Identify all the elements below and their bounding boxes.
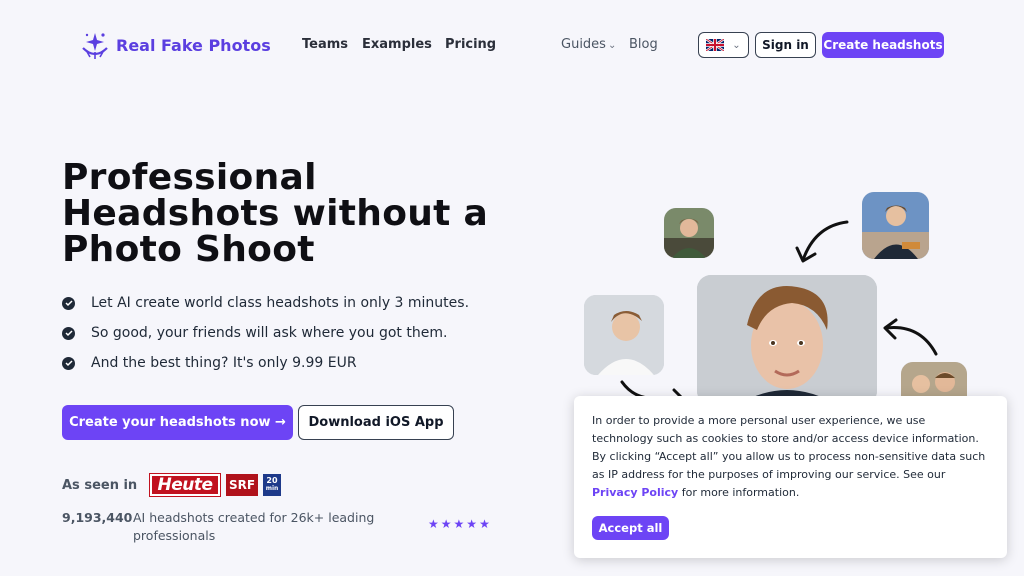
headshot-photo	[584, 295, 664, 375]
cookie-text-consent: By clicking “Accept all” you allow us to…	[592, 448, 989, 502]
feature-text: So good, your friends will ask where you…	[91, 325, 448, 341]
20-minuten-number: 20	[266, 476, 278, 485]
logo-text: Real Fake Photos	[116, 35, 271, 55]
star-icon: ★	[466, 517, 478, 531]
feature-list: Let AI create world class headshots in o…	[62, 288, 469, 378]
cookie-text-consent-body: By clicking “Accept all” you allow us to…	[592, 450, 986, 481]
logo[interactable]: Real Fake Photos	[80, 30, 271, 60]
star-icon: ★	[440, 517, 452, 531]
feature-item: Let AI create world class headshots in o…	[62, 288, 469, 318]
language-selector[interactable]: ⌄	[698, 32, 749, 58]
uk-flag-icon	[706, 39, 725, 51]
sign-in-button[interactable]: Sign in	[755, 32, 816, 58]
nav-link-guides[interactable]: Guides ⌄	[561, 37, 616, 52]
check-circle-icon	[62, 326, 75, 340]
logo-icon	[82, 33, 108, 59]
privacy-policy-link[interactable]: Privacy Policy	[592, 486, 678, 499]
rating-stars: ★ ★ ★ ★ ★	[428, 518, 490, 530]
chevron-down-icon: ⌄	[607, 40, 617, 51]
main-headshot-photo	[697, 275, 877, 405]
star-icon: ★	[428, 517, 439, 531]
headshot-stats: 9,193,440 AI headshots created for 26k+ …	[62, 509, 412, 545]
create-headshots-now-button[interactable]: Create your headshots now →	[62, 405, 293, 440]
hero-title: Professional Headshots without a Photo S…	[62, 157, 489, 270]
curved-arrow-icon	[883, 318, 938, 356]
cookie-text: In order to provide a more personal user…	[592, 414, 979, 445]
nav-link-blog[interactable]: Blog	[629, 37, 658, 52]
20-minuten-word: min	[265, 485, 279, 492]
check-circle-icon	[62, 296, 75, 310]
heute-logo: Heute	[149, 473, 221, 497]
nav-link-pricing[interactable]: Pricing	[445, 37, 496, 52]
nav-link-teams[interactable]: Teams	[302, 37, 348, 52]
20-minuten-logo: 20 min	[263, 474, 281, 496]
star-icon: ★	[453, 517, 465, 531]
headshot-photo	[664, 208, 714, 258]
check-circle-icon	[62, 356, 75, 370]
feature-item: And the best thing? It's only 9.99 EUR	[62, 348, 469, 378]
accept-all-button[interactable]: Accept all	[592, 516, 669, 540]
curved-arrow-icon	[795, 220, 849, 263]
srf-logo: SRF	[226, 474, 258, 496]
headshot-count: 9,193,440	[62, 510, 133, 525]
feature-text: And the best thing? It's only 9.99 EUR	[91, 355, 357, 371]
top-navigation: Real Fake Photos Teams Examples Pricing …	[0, 0, 1024, 90]
create-headshots-button[interactable]: Create headshots	[822, 32, 944, 58]
headshot-stats-text: AI headshots created for 26k+ leading pr…	[133, 510, 375, 543]
feature-item: So good, your friends will ask where you…	[62, 318, 469, 348]
nav-link-examples[interactable]: Examples	[362, 37, 432, 52]
chevron-down-icon: ⌄	[732, 39, 741, 51]
cookie-text-consent-tail: for more information.	[681, 486, 800, 499]
star-icon: ★	[479, 517, 490, 531]
guides-label: Guides	[561, 37, 606, 52]
as-seen-in-label: As seen in	[62, 478, 138, 493]
download-ios-app-button[interactable]: Download iOS App	[298, 405, 454, 440]
headshot-photo	[862, 192, 929, 259]
cookie-consent-banner: In order to provide a more personal user…	[574, 396, 1007, 558]
feature-text: Let AI create world class headshots in o…	[91, 295, 470, 311]
